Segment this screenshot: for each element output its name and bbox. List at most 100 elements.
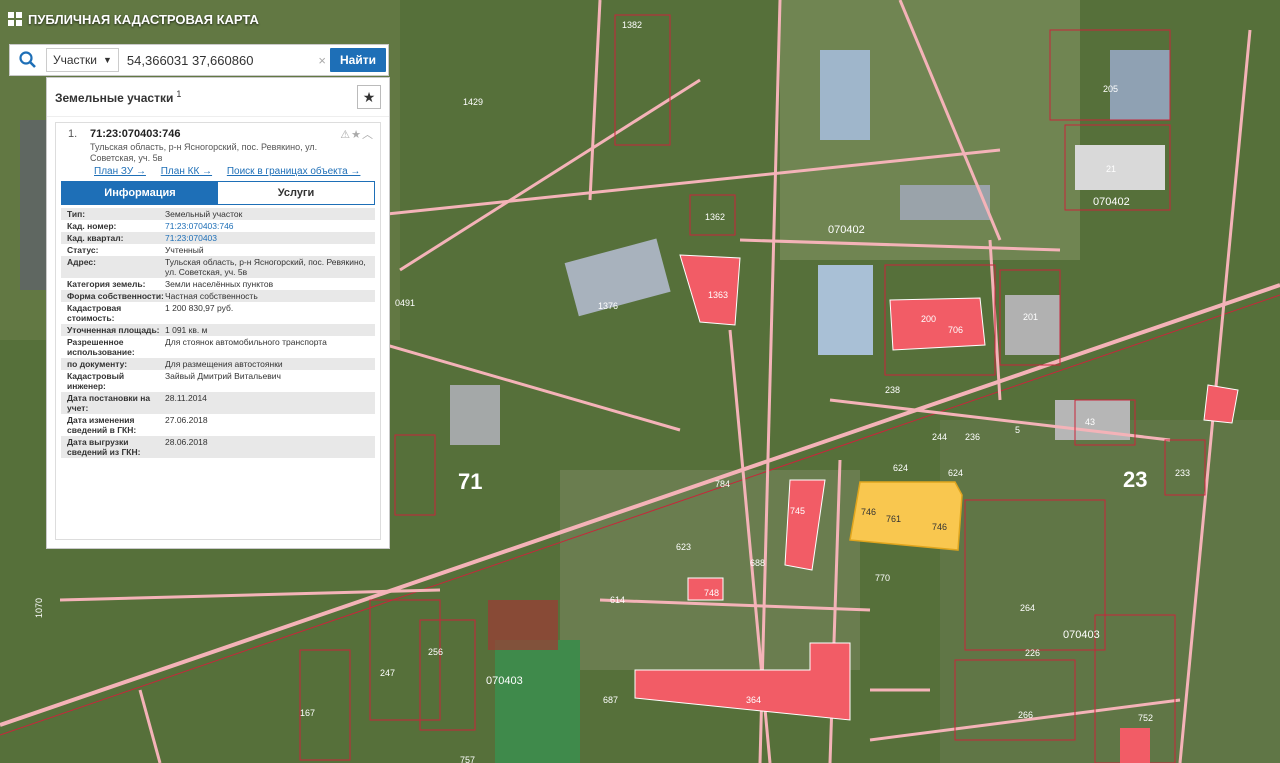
info-table: Тип: Земельный участок Кад. номер: 71:23:07… [61, 208, 375, 458]
warning-icon[interactable]: ⚠ [340, 129, 351, 141]
parcel-label: 688 [750, 558, 765, 568]
parcel-label: 1070 [34, 598, 44, 618]
parcel-label: 256 [428, 647, 443, 657]
parcel-label: 1382 [622, 20, 642, 30]
result-actions: ⚠★︿ [340, 126, 374, 142]
search-type-select[interactable]: Участки ▼ [46, 48, 119, 72]
info-value: Земли населённых пунктов [165, 279, 274, 289]
info-key: Разрешенное использование: [67, 337, 135, 357]
info-key: Форма собственности: [67, 291, 164, 301]
parcel-label: 687 [603, 695, 618, 705]
info-value: Земельный участок [165, 209, 243, 219]
result-cad-number[interactable]: 71:23:070403:746 [90, 128, 181, 140]
info-value: Для стоянок автомобильного транспорта [165, 337, 327, 347]
info-row: Дата изменения сведений в ГКН: 27.06.2018 [61, 414, 375, 436]
parcel-label: 201 [1023, 312, 1038, 322]
clear-icon[interactable]: × [318, 53, 326, 68]
info-key: Дата изменения сведений в ГКН: [67, 415, 137, 435]
tab-services[interactable]: Услуги [218, 182, 374, 204]
result-links: План ЗУ → План КК → Поиск в границах объ… [94, 166, 372, 177]
parcel-label: 623 [676, 542, 691, 552]
panel-header: Земельные участки 1 ★ [47, 78, 389, 117]
parcel-label-dark: 746 [861, 507, 876, 517]
info-value: 1 091 кв. м [165, 325, 208, 335]
info-value: Частная собственность [165, 291, 258, 301]
info-key: Кад. номер: [67, 221, 117, 231]
panel-title: Земельные участки 1 [55, 89, 181, 105]
info-row: Дата постановки на учет: 28.11.2014 [61, 392, 375, 414]
result-tabs: Информация Услуги [61, 181, 375, 205]
parcel-label: 167 [300, 708, 315, 718]
info-row: Уточненная площадь: 1 091 кв. м [61, 324, 375, 336]
parcel-label: 21 [1106, 164, 1116, 174]
parcel-label: 1376 [598, 301, 618, 311]
parcel-label: 264 [1020, 603, 1035, 613]
info-key: Дата выгрузки сведений из ГКН: [67, 437, 141, 457]
parcel-label: 1362 [705, 212, 725, 222]
parcel-label: 43 [1085, 417, 1095, 427]
parcel-label: 757 [460, 755, 475, 763]
result-index: 1. [68, 128, 78, 140]
search-input[interactable] [124, 51, 319, 69]
search-in-bounds-link[interactable]: Поиск в границах объекта → [227, 166, 361, 177]
quarter-label: 070402 [1093, 196, 1130, 208]
parcel-label: 1429 [463, 97, 483, 107]
info-row: по документу: Для размещения автостоянки [61, 358, 375, 370]
parcel-label: 624 [893, 463, 908, 473]
info-value[interactable]: 71:23:070403:746 [165, 221, 375, 231]
parcel-label-dark: 746 [932, 522, 947, 532]
parcel-label: 266 [1018, 710, 1033, 720]
app-header: ПУБЛИЧНАЯ КАДАСТРОВАЯ КАРТА [0, 0, 259, 38]
info-key: Уточненная площадь: [67, 325, 160, 335]
search-icon[interactable] [10, 45, 46, 75]
star-icon[interactable]: ★ [351, 129, 362, 141]
parcel-label: 233 [1175, 468, 1190, 478]
info-value: Тульская область, р-н Ясногорский, пос. … [165, 257, 366, 277]
chevron-up-icon[interactable]: ︿ [362, 129, 374, 141]
chevron-down-icon: ▼ [103, 55, 112, 65]
parcel-label: 236 [965, 432, 980, 442]
district-label: 71 [458, 469, 482, 494]
info-value[interactable]: 71:23:070403 [165, 233, 375, 243]
parcel-label: 247 [380, 668, 395, 678]
info-row: Статус: Учтенный [61, 244, 375, 256]
plan-kk-link[interactable]: План КК → [161, 166, 212, 177]
quarter-label: 070403 [486, 675, 523, 687]
parcel-label: 624 [948, 468, 963, 478]
parcel-label-dark: 761 [886, 514, 901, 524]
search-bar: Участки ▼ × Найти [9, 44, 389, 76]
search-button[interactable]: Найти [330, 48, 386, 72]
info-row: Кад. номер: 71:23:070403:746 [61, 220, 375, 232]
info-row: Кадастровая стоимость: 1 200 830,97 руб. [61, 302, 375, 324]
plan-zu-link[interactable]: План ЗУ → [94, 166, 146, 177]
info-row: Тип: Земельный участок [61, 208, 375, 220]
info-key: Кадастровый инженер: [67, 371, 125, 391]
info-value: 27.06.2018 [165, 415, 208, 425]
info-row: Кад. квартал: 71:23:070403 [61, 232, 375, 244]
quarter-label: 070403 [1063, 629, 1100, 641]
parcel-label: 364 [746, 695, 761, 705]
info-key: по документу: [67, 359, 128, 369]
info-row: Форма собственности: Частная собственност… [61, 290, 375, 302]
info-value: Зайвый Дмитрий Витальевич [165, 371, 281, 381]
parcel-label: 200 [921, 314, 936, 324]
parcel-label: 0491 [395, 298, 415, 308]
info-row: Дата выгрузки сведений из ГКН: 28.06.2018 [61, 436, 375, 458]
info-value: Для размещения автостоянки [165, 359, 283, 369]
app-logo-icon [8, 12, 22, 26]
parcel-label: 706 [948, 325, 963, 335]
info-row: Категория земель: Земли населённых пункто… [61, 278, 375, 290]
info-key: Адрес: [67, 257, 96, 267]
info-value: 1 200 830,97 руб. [165, 303, 234, 313]
results-panel: Земельные участки 1 ★ 1. 71:23:070403:746… [46, 77, 390, 549]
parcel-label: 614 [610, 595, 625, 605]
info-row: Адрес: Тульская область, р-н Ясногорский,… [61, 256, 375, 278]
parcel-label: 1363 [708, 290, 728, 300]
district-label: 23 [1123, 467, 1147, 492]
result-address: Тульская область, р-н Ясногорский, пос. … [90, 142, 318, 163]
quarter-label: 070402 [828, 224, 865, 236]
favorite-star-icon[interactable]: ★ [357, 85, 381, 109]
parcel-label: 238 [885, 385, 900, 395]
info-row: Разрешенное использование: Для стоянок ав… [61, 336, 375, 358]
tab-info[interactable]: Информация [62, 182, 218, 204]
